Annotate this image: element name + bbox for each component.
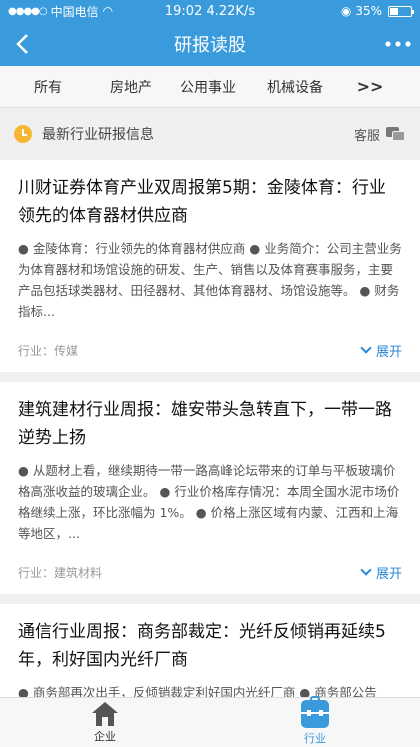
signal-icon: ●●●●○ (8, 5, 48, 17)
chevron-down-icon (360, 564, 372, 576)
tab-real-estate[interactable]: 房地产 (96, 77, 166, 97)
chevron-down-icon (360, 342, 372, 354)
report-summary: ● 金陵体育：行业领先的体育器材供应商 ● 业务简介：公司主营业务为体育器材和场… (18, 241, 402, 319)
expand-button[interactable]: 展开 (360, 563, 402, 582)
tab-utilities[interactable]: 公用事业 (166, 77, 250, 97)
report-card[interactable]: 川财证券体育产业双周报第5期：金陵体育：行业领先的体育器材供应商 ● 金陵体育：… (0, 160, 420, 372)
bottom-tab-bar: 企业 行业 (0, 695, 420, 747)
more-dots-icon[interactable] (376, 22, 420, 66)
category-tabs: 所有 房地产 公用事业 机械设备 >> (0, 66, 420, 108)
report-title[interactable]: 川财证券体育产业双周报第5期：金陵体育：行业领先的体育器材供应商 (18, 174, 402, 230)
wifi-icon: ◠ (102, 4, 114, 18)
tab-all[interactable]: 所有 (0, 77, 96, 97)
briefcase-icon (301, 695, 329, 728)
nav-bar: 研报读股 (0, 22, 420, 66)
industry-tag: 行业：建筑材料 (18, 565, 103, 580)
report-card[interactable]: 建筑建材行业周报：雄安带头急转直下，一带一路逆势上扬 ● 从题材上看，继续期待一… (0, 382, 420, 594)
clock-icon (14, 125, 32, 143)
battery-percent: 35% (355, 4, 382, 18)
expand-button[interactable]: 展开 (360, 341, 402, 360)
tab-machinery[interactable]: 机械设备 (250, 77, 340, 97)
bottom-tab-enterprise[interactable]: 企业 (0, 698, 210, 747)
home-icon (92, 701, 118, 726)
report-feed: 川财证券体育产业双周报第5期：金陵体育：行业领先的体育器材供应商 ● 金陵体育：… (0, 160, 420, 747)
notice-row: 最新行业研报信息 客服 (0, 112, 420, 156)
service-label: 客服 (353, 128, 380, 144)
report-title[interactable]: 建筑建材行业周报：雄安带头急转直下，一带一路逆势上扬 (18, 396, 402, 452)
chat-icon (386, 127, 406, 141)
industry-tag: 行业：传媒 (18, 343, 79, 358)
page-title: 研报读股 (174, 35, 246, 56)
tabs-more-button[interactable]: >> (340, 77, 400, 96)
lock-rotation-icon: ◉ (340, 4, 352, 18)
time-speed: 19:02 4.22K/s (164, 3, 256, 19)
report-title[interactable]: 通信行业周报：商务部裁定：光纤反倾销再延续5年，利好国内光纤厂商 (18, 618, 402, 674)
back-chevron-icon[interactable] (0, 22, 44, 66)
notice-text: 最新行业研报信息 (42, 127, 154, 143)
customer-service-button[interactable]: 客服 (354, 125, 406, 144)
status-bar: ●●●●○ 中国电信 ◠ 19:02 4.22K/s ◉ 35% (0, 0, 420, 22)
battery-icon (388, 5, 414, 17)
bottom-tab-industry[interactable]: 行业 (210, 695, 420, 747)
report-summary: ● 从题材上看，继续期待一带一路高峰论坛带来的订单与平板玻璃价格高涨收益的玻璃企… (18, 463, 400, 541)
carrier-label: 中国电信 (50, 4, 99, 19)
